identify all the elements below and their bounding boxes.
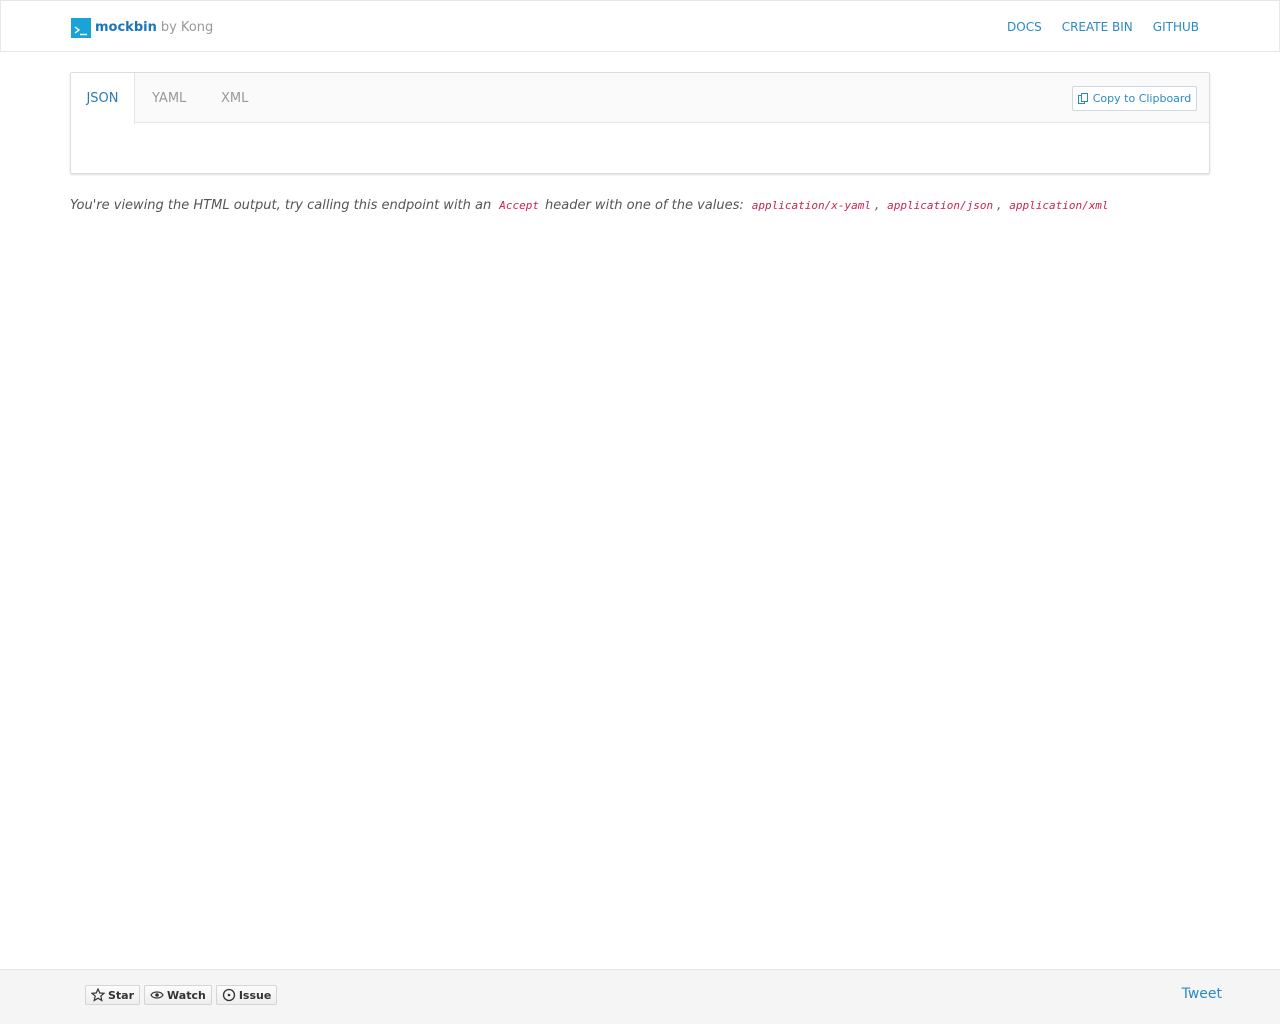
star-label: Star [108,988,135,1002]
output-panel: JSON YAML XML Copy to Clipboard [70,72,1210,174]
value-xml: application/xml [1009,198,1109,212]
github-buttons: Star Watch Issue [85,985,281,1005]
github-issue-button[interactable]: Issue [215,985,278,1005]
tab-json[interactable]: JSON [71,73,135,124]
nav-links: DOCS CREATE BIN GITHUB [987,1,1199,53]
terminal-icon [71,17,91,38]
value-x-yaml: application/x-yaml [751,198,871,212]
github-watch-button[interactable]: Watch [144,985,212,1005]
footer: Star Watch Issue Tweet [0,969,1280,1024]
copy-icon [1077,93,1088,104]
tab-xml[interactable]: XML [221,73,248,124]
copy-to-clipboard-button[interactable]: Copy to Clipboard [1072,86,1197,111]
brand-name: mockbin [95,20,157,35]
brand-by: by Kong [160,20,214,35]
value-separator: , [997,197,1002,213]
eye-icon [150,991,164,999]
nav-create-bin-link[interactable]: CREATE BIN [1062,20,1133,34]
star-icon [91,988,105,1002]
hint-prefix: You're viewing the HTML output, try call… [70,197,492,213]
value-json: application/json [887,198,994,212]
accept-header-hint: You're viewing the HTML output, try call… [70,196,1113,214]
issue-icon [222,988,235,1002]
tweet-link[interactable]: Tweet [1182,986,1222,1002]
navbar: mockbin by Kong DOCS CREATE BIN GITHUB [0,0,1280,52]
value-separator: , [874,197,880,213]
hint-middle: header with one of the values: [544,197,744,213]
tab-yaml[interactable]: YAML [152,73,186,124]
copy-label: Copy to Clipboard [1092,92,1192,105]
nav-github-link[interactable]: GITHUB [1153,20,1199,34]
panel-tabs-bar: JSON YAML XML Copy to Clipboard [71,73,1209,124]
nav-docs-link[interactable]: DOCS [1007,20,1042,34]
watch-label: Watch [167,988,206,1002]
accept-header-code: Accept [499,198,539,212]
issue-label: Issue [238,988,272,1002]
github-star-button[interactable]: Star [85,985,141,1005]
brand-link[interactable]: mockbin by Kong [71,17,213,38]
